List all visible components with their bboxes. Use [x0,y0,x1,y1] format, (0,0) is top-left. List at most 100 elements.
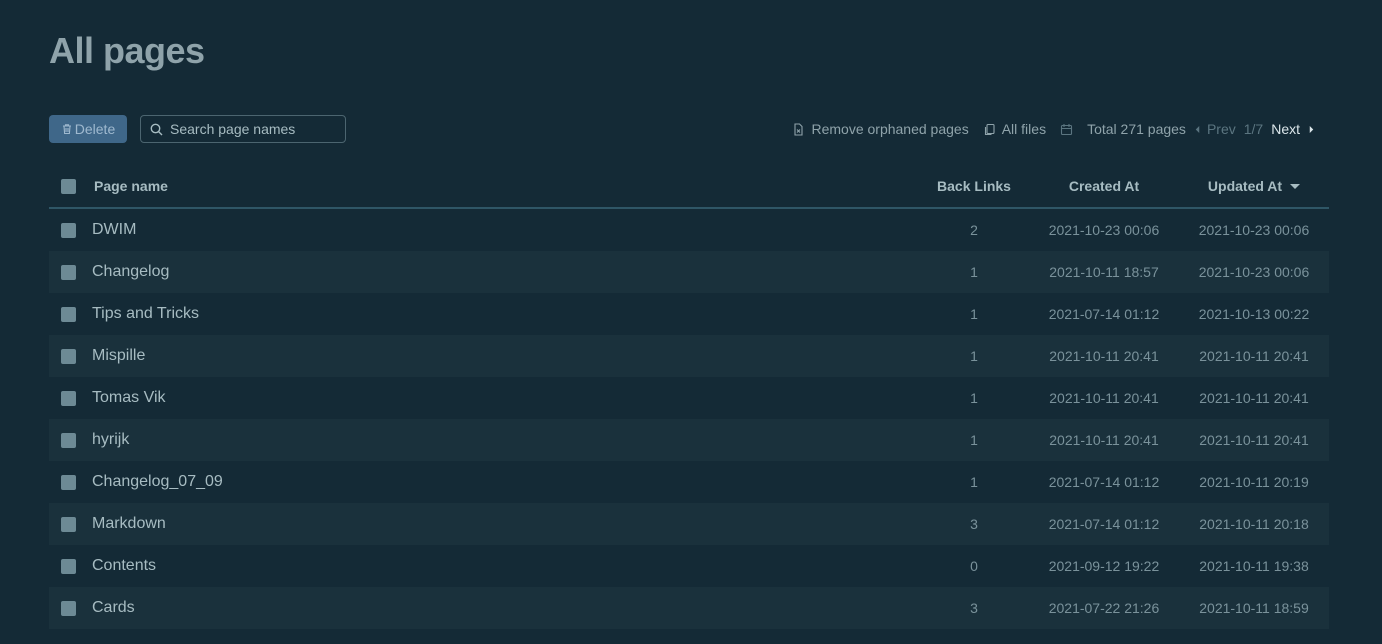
right-tools: Remove orphaned pages All files Total 27… [792,115,1315,143]
updated-at-value: 2021-10-11 20:41 [1199,432,1309,448]
delete-label: Delete [74,121,116,137]
updated-at-value: 2021-10-23 00:06 [1198,222,1310,238]
back-links-count: 3 [970,600,978,616]
page-name-link[interactable]: DWIM [92,221,919,239]
row-check-cell [49,348,94,364]
updated-at-value: 2021-10-13 00:22 [1198,306,1310,322]
all-files-button[interactable]: All files [983,121,1046,137]
row-check-cell [49,222,94,238]
page-name-link[interactable]: Contents [92,557,919,575]
table-row: Markdown 3 2021-07-14 01:12 2021-10-11 2… [49,503,1329,545]
table-row: Mispille 1 2021-10-11 20:41 2021-10-11 2… [49,335,1329,377]
created-at-value: 2021-10-23 00:06 [1048,222,1160,238]
created-at-value: 2021-07-14 01:12 [1048,516,1160,532]
page-name-link[interactable]: hyrijk [92,431,919,449]
page-name-link[interactable]: Tips and Tricks [92,305,919,323]
table-row: DWIM 2 2021-10-23 00:06 2021-10-23 00:06 [49,209,1329,251]
page-name-link[interactable]: Cards [92,599,919,617]
created-at-value: 2021-10-11 20:41 [1049,348,1159,364]
file-x-icon [794,122,804,136]
remove-orphaned-button[interactable]: Remove orphaned pages [792,121,969,137]
row-checkbox[interactable] [61,558,76,574]
chevron-left-icon [1195,125,1200,133]
table-row: Cards 3 2021-07-22 21:26 2021-10-11 18:5… [49,587,1329,629]
remove-orphaned-label: Remove orphaned pages [811,121,969,137]
table-row: hyrijk 1 2021-10-11 20:41 2021-10-11 20:… [49,419,1329,461]
sort-desc-icon [1290,183,1301,189]
calendar-button[interactable] [1060,123,1073,136]
toolbar: Delete Remove orphaned pages [49,115,1329,143]
copy-icon [984,123,995,135]
all-files-label: All files [1001,121,1047,137]
table-row: Tomas Vik 1 2021-10-11 20:41 2021-10-11 … [49,377,1329,419]
next-label: Next [1271,121,1300,137]
created-at-value: 2021-07-14 01:12 [1048,474,1160,490]
row-checkbox[interactable] [61,348,76,364]
row-checkbox[interactable] [61,516,76,532]
header-page-name[interactable]: Page name [94,178,919,194]
back-links-count: 3 [970,516,978,532]
header-created-at[interactable]: Created At [1029,178,1179,194]
created-at-value: 2021-10-11 20:41 [1049,390,1159,406]
header-back-links[interactable]: Back Links [919,178,1029,194]
page-name-link[interactable]: Changelog [92,263,919,281]
page-name-link[interactable]: Changelog_07_09 [92,473,919,491]
row-check-cell [49,390,94,406]
row-checkbox[interactable] [61,600,76,616]
created-at-value: 2021-09-12 19:22 [1048,558,1160,574]
header-updated-at[interactable]: Updated At [1179,178,1329,194]
table-row: Changelog 1 2021-10-11 18:57 2021-10-23 … [49,251,1329,293]
search-box[interactable] [140,115,346,143]
page-name-link[interactable]: Mispille [92,347,919,365]
created-at-value: 2021-10-11 20:41 [1049,432,1159,448]
select-all-checkbox[interactable] [61,178,76,194]
header-updated-at-label: Updated At [1207,178,1283,194]
row-check-cell [49,264,94,280]
prev-label: Prev [1206,121,1236,137]
updated-at-value: 2021-10-11 20:41 [1199,348,1309,364]
pages-table: Page name Back Links Created At Updated … [49,165,1329,629]
row-checkbox[interactable] [61,390,76,406]
updated-at-value: 2021-10-11 20:41 [1199,390,1309,406]
back-links-count: 1 [970,474,978,490]
next-button[interactable]: Next [1271,121,1315,137]
row-checkbox[interactable] [61,474,76,490]
created-at-value: 2021-10-11 18:57 [1049,264,1159,280]
page-indicator: 1/7 [1243,121,1264,137]
back-links-count: 1 [970,306,978,322]
trash-icon [62,124,71,135]
created-at-value: 2021-07-22 21:26 [1048,600,1160,616]
back-links-count: 1 [970,264,978,280]
row-check-cell [49,558,94,574]
updated-at-value: 2021-10-11 20:19 [1199,474,1309,490]
row-check-cell [49,474,94,490]
row-checkbox[interactable] [61,432,76,448]
delete-button[interactable]: Delete [49,115,127,143]
total-pages-label: Total 271 pages [1087,121,1186,137]
page-name-link[interactable]: Tomas Vik [92,389,919,407]
updated-at-value: 2021-10-23 00:06 [1198,264,1310,280]
row-check-cell [49,432,94,448]
back-links-count: 2 [970,222,978,238]
page-title: All pages [49,30,205,71]
table-row: Changelog_07_09 1 2021-07-14 01:12 2021-… [49,461,1329,503]
search-input[interactable] [170,121,340,137]
back-links-count: 0 [970,558,978,574]
updated-at-value: 2021-10-11 18:59 [1199,600,1309,616]
page-name-link[interactable]: Markdown [92,515,919,533]
updated-at-value: 2021-10-11 20:18 [1199,516,1309,532]
search-icon [150,123,163,135]
chevron-right-icon [1309,125,1314,133]
back-links-count: 1 [970,348,978,364]
table-row: Tips and Tricks 1 2021-07-14 01:12 2021-… [49,293,1329,335]
all-pages-view: All pages Delete Remove orphaned pages [0,0,1382,644]
calendar-icon [1061,123,1073,135]
row-checkbox[interactable] [61,264,76,280]
row-check-cell [49,600,94,616]
row-checkbox[interactable] [61,306,76,322]
back-links-count: 1 [970,432,978,448]
row-checkbox[interactable] [61,222,76,238]
back-links-count: 1 [970,390,978,406]
table-body: DWIM 2 2021-10-23 00:06 2021-10-23 00:06… [49,209,1329,629]
prev-button[interactable]: Prev [1194,121,1236,137]
